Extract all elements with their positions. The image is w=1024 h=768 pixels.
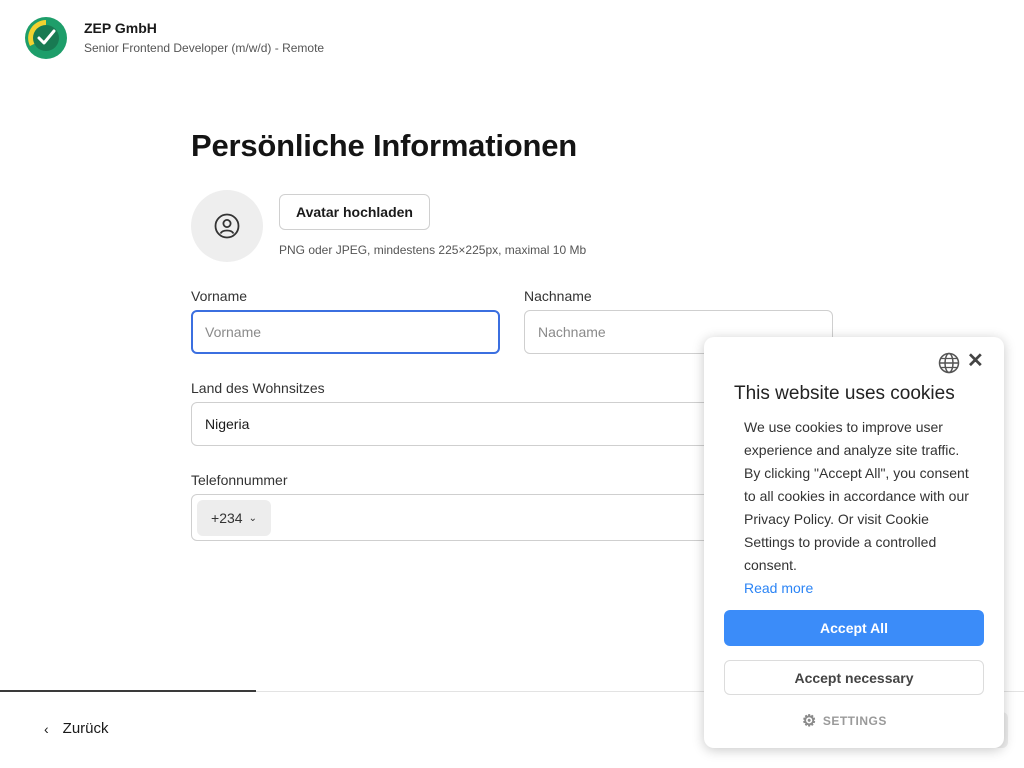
accept-all-button[interactable]: Accept All [724,610,984,646]
avatar-placeholder[interactable] [191,190,263,262]
first-name-label: Vorname [191,288,248,304]
last-name-label: Nachname [524,288,592,304]
back-label: Zurück [62,720,109,737]
job-title: Senior Frontend Developer (m/w/d) - Remo… [84,41,325,55]
avatar-upload-hint: PNG oder JPEG, mindestens 225×225px, max… [279,243,587,257]
gear-icon: ⚙ [802,713,817,730]
dial-code-value: +234 [211,510,243,526]
cookie-settings-label: SETTINGS [822,714,887,728]
country-value: Nigeria [205,416,250,432]
globe-icon[interactable] [938,352,960,374]
company-logo [25,17,67,59]
cookie-title: This website uses cookies [734,383,955,404]
accept-necessary-button[interactable]: Accept necessary [724,660,984,695]
cookie-text: We use cookies to improve user experienc… [744,416,974,600]
close-icon[interactable]: ✕ [967,350,984,372]
read-more-link[interactable]: Read more [744,580,813,596]
cookie-body: We use cookies to improve user experienc… [744,419,969,573]
cookie-settings-button[interactable]: ⚙ SETTINGS [802,711,887,731]
chevron-left-icon: ‹ [44,720,49,737]
country-label: Land des Wohnsitzes [191,380,325,396]
page-title: Persönliche Informationen [191,128,578,163]
progress-bar [0,690,256,692]
dial-code-select[interactable]: +234 ⌄ [197,500,271,536]
company-name: ZEP GmbH [84,20,157,36]
header: ZEP GmbH Senior Frontend Developer (m/w/… [24,16,324,60]
avatar-upload-button[interactable]: Avatar hochladen [279,194,430,230]
first-name-input[interactable] [191,310,500,354]
phone-label: Telefonnummer [191,472,288,488]
cookie-consent-dialog: ✕ This website uses cookies We use cooki… [704,337,1004,748]
chevron-down-icon: ⌄ [248,512,257,524]
company-info: ZEP GmbH Senior Frontend Developer (m/w/… [84,16,324,55]
back-button[interactable]: ‹ Zurück [44,720,109,737]
user-circle-icon [214,213,240,239]
